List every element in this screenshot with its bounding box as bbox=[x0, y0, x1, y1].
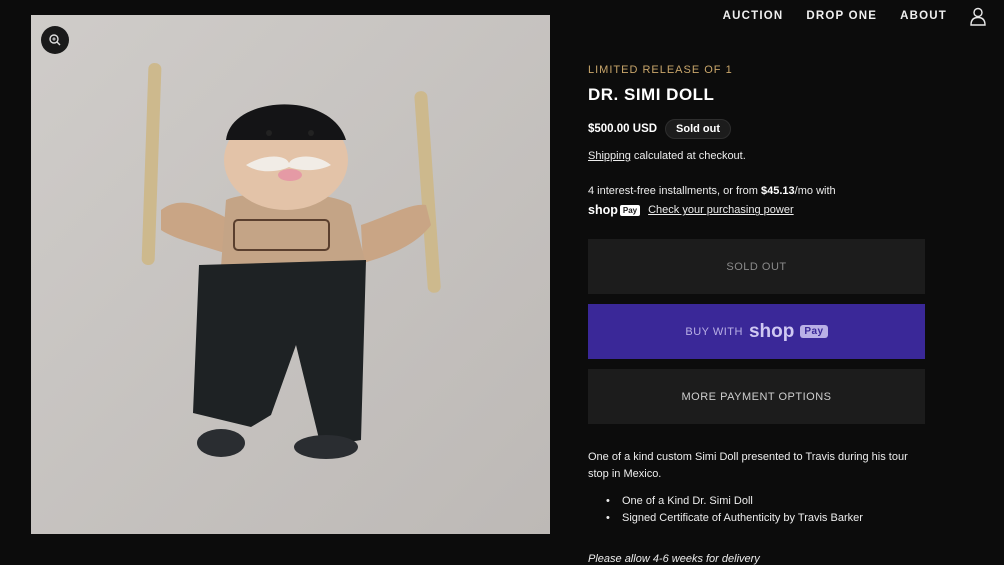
install-suffix: /mo with bbox=[794, 185, 836, 197]
nav-drop-one[interactable]: DROP ONE bbox=[806, 10, 877, 22]
top-nav: AUCTION DROP ONE ABOUT bbox=[700, 0, 1004, 32]
product-title: DR. SIMI DOLL bbox=[588, 85, 715, 104]
install-prefix: 4 interest-free installments, or from bbox=[588, 185, 762, 197]
installments-note: 4 interest-free installments, or from $4… bbox=[588, 182, 908, 220]
shop-logo: shop bbox=[748, 320, 795, 342]
shipping-text: calculated at checkout. bbox=[630, 150, 746, 162]
buy-with-shop-pay-button[interactable]: BUY WITH shop Pay bbox=[588, 304, 925, 359]
shipping-note: Shipping calculated at checkout. bbox=[588, 150, 746, 162]
product-image[interactable] bbox=[31, 15, 550, 534]
list-item: Signed Certificate of Authenticity by Tr… bbox=[606, 510, 926, 527]
doll-photo bbox=[31, 15, 550, 534]
product-eyebrow: LIMITED RELEASE OF 1 bbox=[588, 64, 733, 76]
install-amount: $45.13 bbox=[761, 185, 795, 197]
nav-about[interactable]: ABOUT bbox=[900, 10, 947, 22]
sold-out-button[interactable]: SOLD OUT bbox=[588, 239, 925, 294]
purchasing-power-link[interactable]: Check your purchasing power bbox=[648, 204, 794, 216]
delivery-note: Please allow 4-6 weeks for delivery bbox=[588, 553, 760, 565]
product-price: $500.00 USD bbox=[588, 123, 658, 135]
price-row: $500.00 USD Sold out bbox=[588, 119, 732, 139]
product-description: One of a kind custom Simi Doll presented… bbox=[588, 451, 908, 480]
user-icon[interactable] bbox=[969, 6, 987, 26]
shop-pay-logo: shop Pay bbox=[588, 201, 641, 220]
nav-auction[interactable]: AUCTION bbox=[723, 10, 784, 22]
feature-list: One of a Kind Dr. Simi Doll Signed Certi… bbox=[606, 493, 926, 527]
list-item: One of a Kind Dr. Simi Doll bbox=[606, 493, 926, 510]
zoom-button[interactable] bbox=[41, 26, 69, 54]
zoom-icon bbox=[49, 34, 61, 46]
buy-prefix: BUY WITH bbox=[685, 325, 743, 338]
shipping-link[interactable]: Shipping bbox=[588, 150, 631, 162]
sold-out-badge: Sold out bbox=[665, 119, 732, 139]
more-payment-options-button[interactable]: MORE PAYMENT OPTIONS bbox=[588, 369, 925, 424]
pay-badge: Pay bbox=[800, 325, 828, 338]
